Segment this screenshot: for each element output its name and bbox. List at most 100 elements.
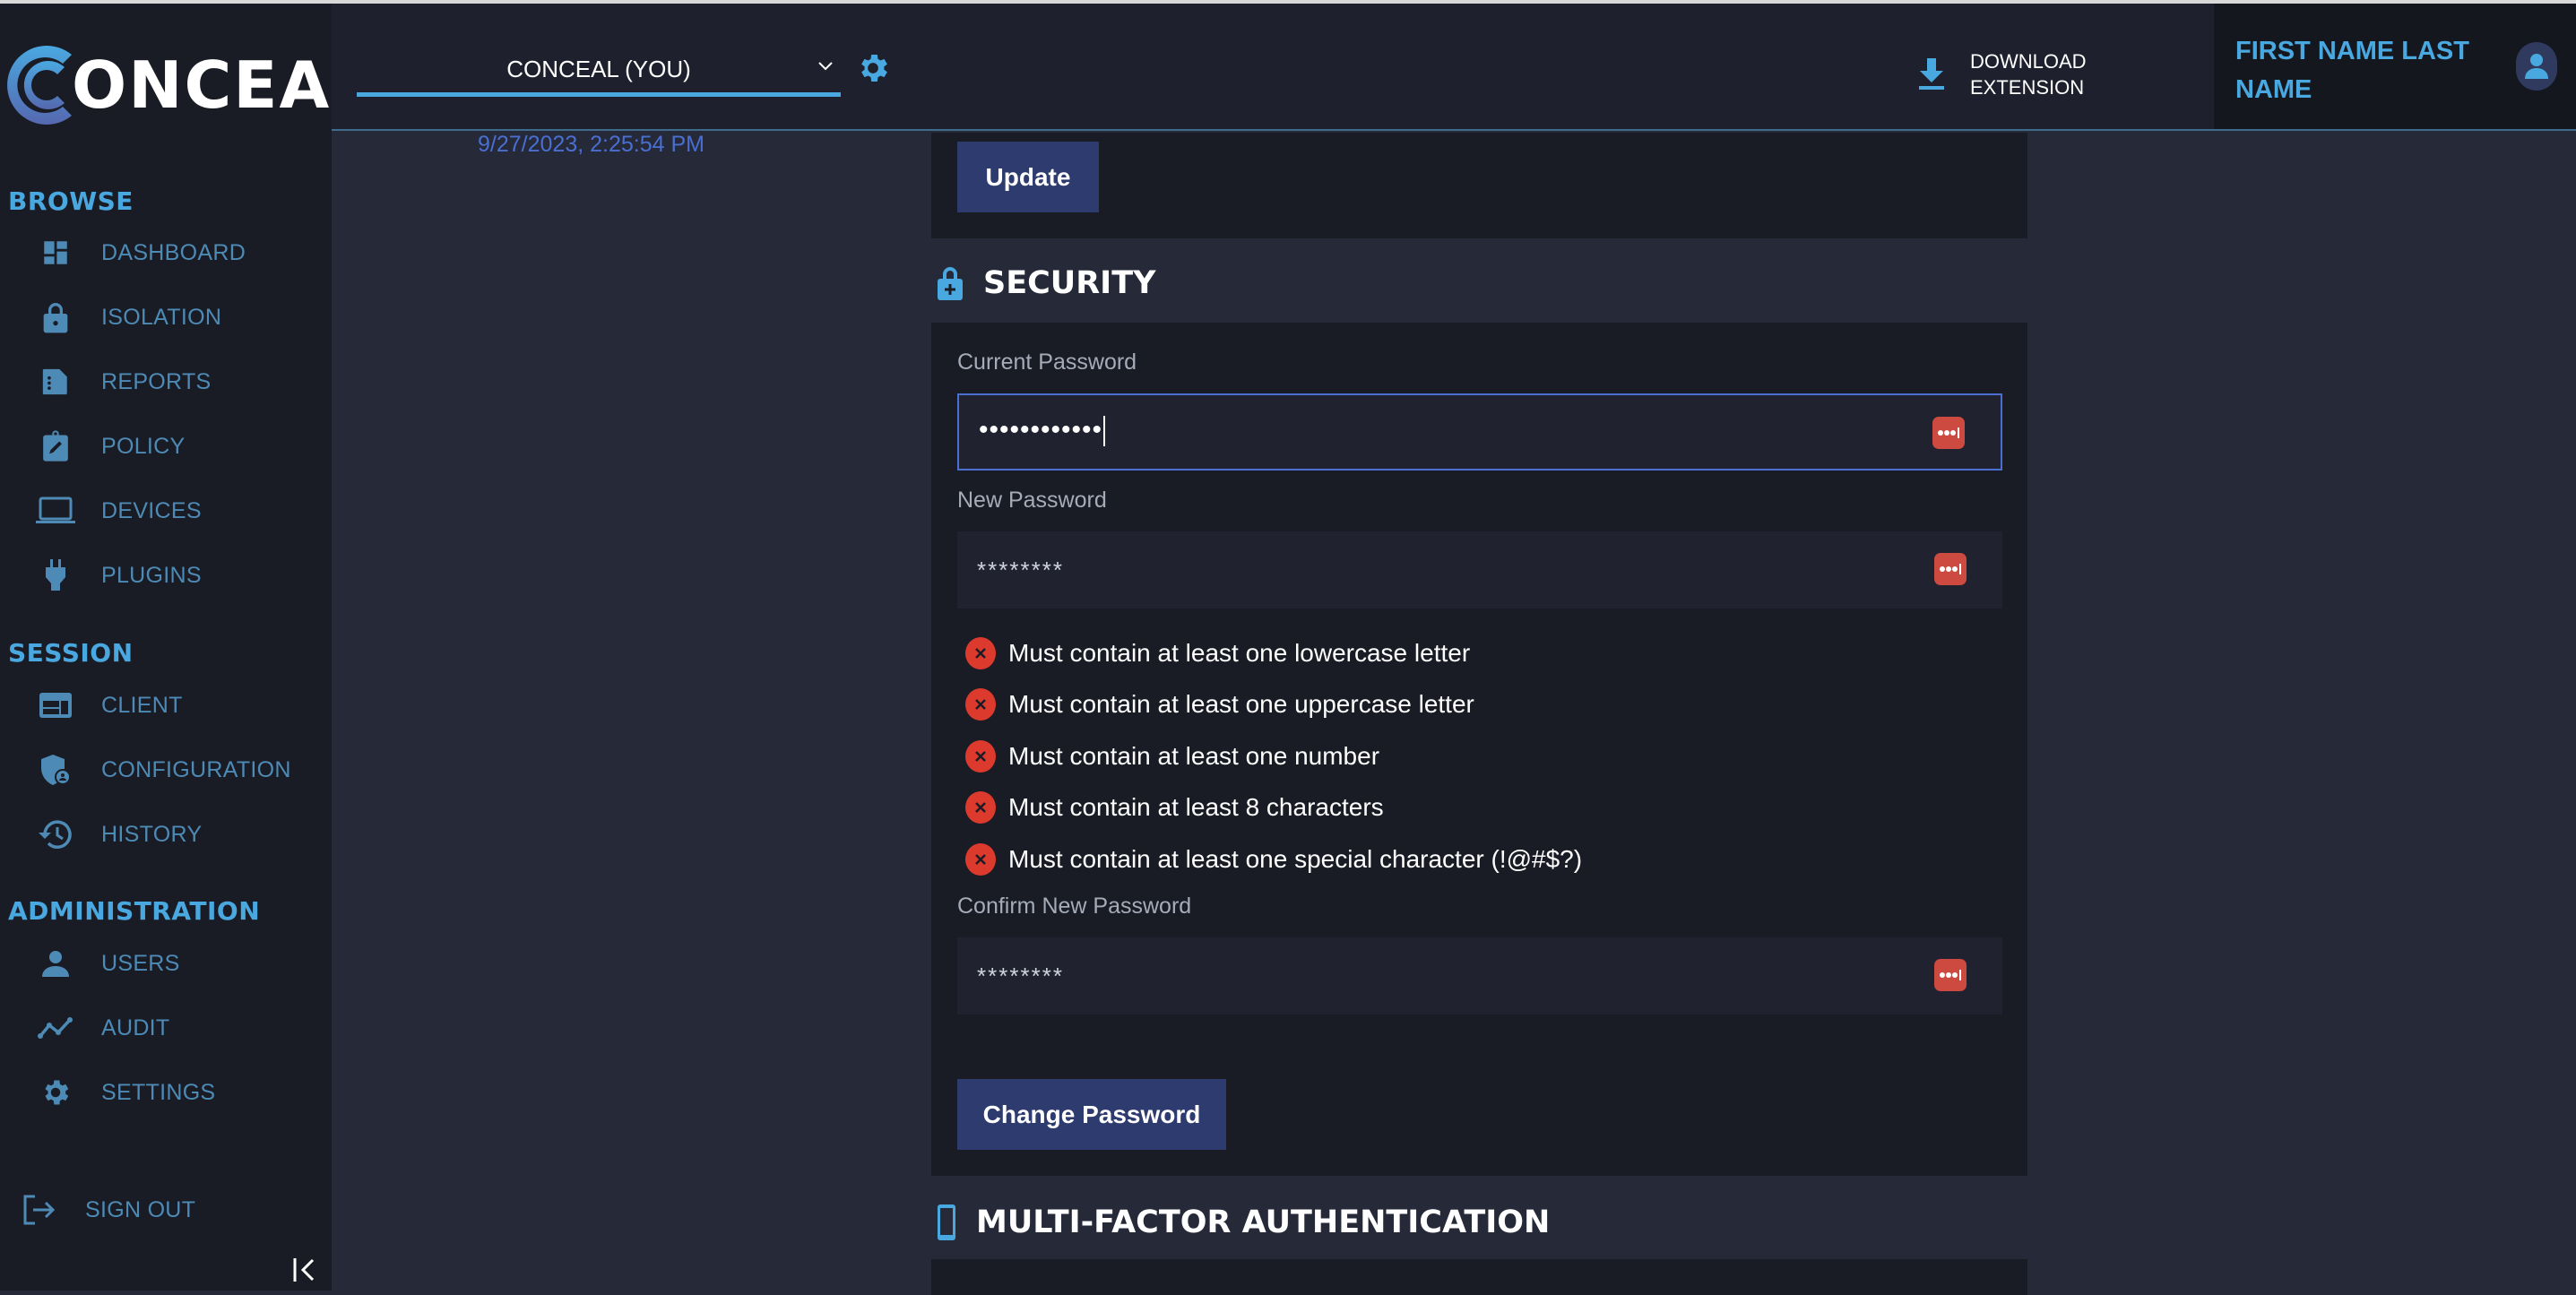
browser-window-icon	[36, 686, 75, 725]
user-icon	[36, 944, 75, 983]
new-password-field[interactable]: ********	[957, 531, 2002, 609]
chevron-down-icon	[818, 62, 833, 71]
download-line-2: EXTENSION	[1970, 76, 2085, 99]
sign-out-label: SIGN OUT	[85, 1196, 196, 1222]
header: CONCEAL (YOU) DOWNLOAD EXTENSION FIRST N…	[332, 4, 2576, 131]
requirement-text: Must contain at least 8 characters	[1008, 793, 1384, 822]
sidebar-item-client[interactable]: CLIENT	[36, 686, 183, 725]
shield-user-icon	[36, 750, 75, 790]
download-extension-label: DOWNLOAD EXTENSION	[1970, 48, 2087, 100]
error-x-icon	[965, 791, 996, 824]
error-x-icon	[965, 636, 996, 669]
avatar[interactable]	[2516, 42, 2557, 91]
confirm-password-label: Confirm New Password	[957, 894, 1192, 919]
password-requirements: Must contain at least one lowercase lett…	[965, 627, 1582, 885]
mobile-phone-icon	[938, 1204, 955, 1240]
section-title-session: SESSION	[8, 638, 134, 668]
change-password-button[interactable]: Change Password	[957, 1079, 1226, 1150]
requirement-text: Must contain at least one number	[1008, 741, 1380, 770]
gear-icon	[861, 55, 887, 82]
sidebar-item-plugins[interactable]: PLUGINS	[36, 556, 202, 595]
mfa-section-header: MULTI-FACTOR AUTHENTICATION	[937, 1204, 1550, 1241]
new-password-placeholder: ********	[977, 557, 1064, 583]
collapse-sidebar-button[interactable]	[291, 1256, 318, 1283]
requirement-item: Must contain at least one number	[965, 730, 1582, 782]
sidebar-item-policy[interactable]: POLICY	[36, 427, 186, 466]
requirement-item: Must contain at least one uppercase lett…	[965, 679, 1582, 731]
nav-label: HISTORY	[101, 821, 203, 847]
nav-label: CONFIGURATION	[101, 756, 291, 782]
mfa-card	[931, 1259, 2027, 1295]
requirement-text: Must contain at least one special charac…	[1008, 844, 1583, 873]
trend-line-icon	[36, 1008, 75, 1048]
current-password-field[interactable]: ••••••••••••	[957, 393, 2002, 471]
lock-plus-icon	[938, 267, 963, 300]
sidebar-item-devices[interactable]: DEVICES	[36, 491, 202, 531]
nav-label: AUDIT	[101, 1014, 170, 1040]
requirement-item: Must contain at least 8 characters	[965, 782, 1582, 834]
requirement-text: Must contain at least one uppercase lett…	[1008, 690, 1474, 719]
new-password-label: New Password	[957, 488, 1107, 513]
laptop-icon	[36, 491, 75, 531]
error-x-icon	[965, 739, 996, 773]
password-manager-icon	[1940, 564, 1961, 574]
nav-label: SETTINGS	[101, 1079, 216, 1105]
dashboard-icon	[36, 233, 75, 272]
sidebar-item-users[interactable]: USERS	[36, 944, 180, 983]
text-caret	[1103, 416, 1106, 447]
sidebar-item-audit[interactable]: AUDIT	[36, 1008, 170, 1048]
security-title: SECURITY	[983, 265, 1156, 301]
confirm-password-field[interactable]: ********	[957, 937, 2002, 1014]
current-password-label: Current Password	[957, 350, 1137, 375]
password-manager-icon	[1938, 427, 1959, 438]
sidebar-item-history[interactable]: HISTORY	[36, 815, 202, 854]
requirement-item: Must contain at least one lowercase lett…	[965, 627, 1582, 679]
download-icon	[1919, 58, 1944, 90]
last-updated-timestamp: 9/27/2023, 2:25:54 PM	[478, 132, 705, 157]
password-manager-button[interactable]	[1934, 553, 1967, 585]
history-icon	[36, 815, 75, 854]
password-manager-button[interactable]	[1932, 417, 1965, 449]
nav-label: POLICY	[101, 433, 186, 459]
report-icon	[36, 362, 75, 401]
section-title-browse: BROWSE	[8, 186, 134, 216]
gear-icon	[36, 1073, 75, 1112]
mfa-title: MULTI-FACTOR AUTHENTICATION	[976, 1204, 1551, 1240]
organization-select[interactable]: CONCEAL (YOU)	[357, 43, 841, 97]
logo-c-icon	[7, 46, 73, 125]
nav-label: REPORTS	[101, 368, 212, 394]
requirement-item: Must contain at least one special charac…	[965, 833, 1582, 885]
section-title-administration: ADMINISTRATION	[8, 896, 261, 926]
password-manager-button[interactable]	[1934, 959, 1967, 991]
sidebar-item-isolation[interactable]: ISOLATION	[36, 298, 221, 337]
sidebar-item-settings[interactable]: SETTINGS	[36, 1073, 215, 1112]
user-name: FIRST NAME LAST NAME	[2235, 37, 2469, 104]
sidebar: ONCEAL BROWSE DASHBOARD ISOLATION REPORT…	[0, 4, 372, 1291]
error-x-icon	[965, 842, 996, 876]
sidebar-item-dashboard[interactable]: DASHBOARD	[36, 233, 246, 272]
nav-label: PLUGINS	[101, 562, 202, 588]
plug-icon	[36, 556, 75, 595]
nav-label: USERS	[101, 950, 180, 976]
nav-label: DEVICES	[101, 497, 202, 523]
update-button[interactable]: Update	[957, 142, 1099, 212]
current-password-value: ••••••••••••	[979, 415, 1106, 447]
sign-out-icon	[20, 1190, 59, 1230]
organization-settings-button[interactable]	[855, 50, 891, 91]
user-icon	[2525, 54, 2548, 79]
sidebar-item-reports[interactable]: REPORTS	[36, 362, 212, 401]
download-extension-button[interactable]: DOWNLOAD EXTENSION	[1918, 48, 2087, 100]
logo-text: ONCEAL	[72, 47, 375, 123]
clipboard-edit-icon	[36, 427, 75, 466]
security-card: Current Password •••••••••••• New Passwo…	[931, 323, 2027, 1176]
security-section-header: SECURITY	[937, 265, 1155, 301]
logo[interactable]: ONCEAL	[2, 36, 374, 134]
profile-card: Update	[931, 133, 2027, 238]
sidebar-item-configuration[interactable]: CONFIGURATION	[36, 750, 291, 790]
sign-out-button[interactable]: SIGN OUT	[20, 1190, 195, 1230]
current-password-text: ••••••••••••	[979, 415, 1103, 445]
collapse-left-icon	[293, 1258, 315, 1282]
nav-label: ISOLATION	[101, 304, 222, 330]
organization-select-value: CONCEAL (YOU)	[506, 56, 691, 82]
nav-label: CLIENT	[101, 692, 183, 718]
